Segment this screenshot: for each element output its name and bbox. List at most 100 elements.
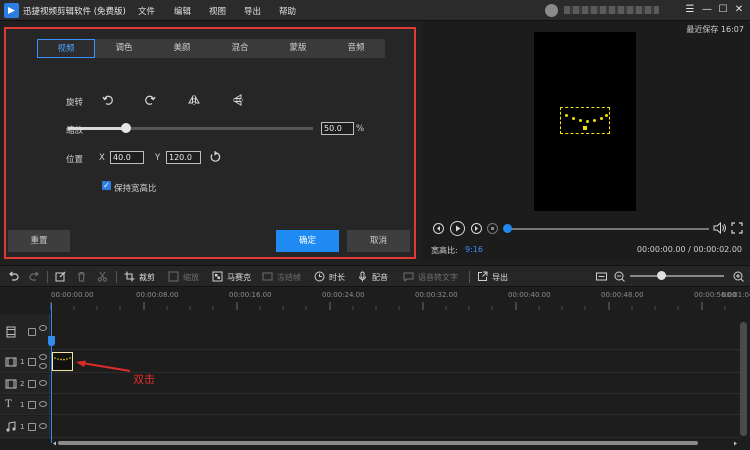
vertical-scrollbar[interactable]	[740, 322, 747, 436]
flip-vertical-icon[interactable]	[231, 93, 245, 107]
settings-menu-icon[interactable]: ☰	[683, 3, 697, 17]
zoom-in-icon[interactable]	[733, 271, 744, 282]
tab-video[interactable]: 视频	[37, 39, 95, 58]
volume-track-icon[interactable]	[39, 423, 47, 429]
tab-audio[interactable]: 音频	[327, 39, 385, 58]
playback-progress-knob[interactable]	[503, 224, 512, 233]
minimize-icon[interactable]: —	[700, 3, 714, 17]
track-row-music[interactable]: 1	[0, 416, 740, 438]
reset-position-icon[interactable]	[208, 150, 222, 164]
visibility-icon[interactable]	[39, 401, 47, 407]
horizontal-scrollbar[interactable]	[58, 441, 698, 445]
lock-icon[interactable]	[28, 380, 36, 388]
clip-selection-box[interactable]	[560, 107, 610, 134]
track-row-main[interactable]	[0, 314, 740, 350]
freeze-frame-icon[interactable]	[262, 271, 273, 282]
visibility-icon[interactable]	[39, 380, 47, 386]
track-row-text[interactable]: T 1	[0, 395, 740, 415]
cancel-button[interactable]: 取消	[347, 230, 410, 252]
dub-button[interactable]: 配音	[372, 272, 388, 283]
scroll-right-icon[interactable]	[733, 441, 738, 446]
reset-button[interactable]: 重置	[8, 230, 70, 252]
crop-icon[interactable]	[124, 271, 135, 282]
lock-icon[interactable]	[28, 401, 36, 409]
visibility-icon[interactable]	[39, 354, 47, 360]
playhead[interactable]	[51, 303, 52, 443]
stop-icon[interactable]	[487, 223, 498, 234]
track-row-video-2[interactable]: 2	[0, 374, 740, 394]
edit-panel: 视频 调色 美颜 混合 蒙版 音频 旋转 缩放 50.0 % 位置 X 40.0…	[4, 27, 416, 259]
duration-button[interactable]: 时长	[329, 272, 345, 283]
lock-icon[interactable]	[28, 358, 36, 366]
keep-aspect-ratio-checkbox[interactable]: ✓	[102, 181, 111, 190]
aspect-ratio-value[interactable]: 9:16	[465, 245, 483, 254]
rotate-right-icon[interactable]	[143, 93, 157, 107]
mute-icon[interactable]	[39, 363, 47, 369]
previous-frame-icon[interactable]	[433, 223, 444, 234]
visibility-icon[interactable]	[39, 325, 47, 331]
delete-icon[interactable]	[76, 271, 87, 282]
menu-file[interactable]: 文件	[138, 5, 155, 17]
export-icon[interactable]	[477, 271, 488, 282]
scale-slider-thumb[interactable]	[121, 123, 131, 133]
timeline-clip[interactable]	[52, 352, 73, 371]
fullscreen-icon[interactable]	[731, 222, 743, 234]
tab-mask[interactable]: 蒙版	[269, 39, 327, 58]
playhead-handle[interactable]	[48, 336, 55, 346]
tab-beauty[interactable]: 美颜	[153, 39, 211, 58]
speech-to-text-button[interactable]: 语音转文字	[418, 272, 458, 283]
film-strip-icon	[5, 326, 17, 338]
scroll-left-icon[interactable]	[52, 441, 57, 446]
volume-icon[interactable]	[713, 222, 727, 234]
zoom-tool-icon[interactable]	[168, 271, 179, 282]
confirm-button[interactable]: 确定	[276, 230, 339, 252]
scale-input[interactable]: 50.0	[321, 122, 354, 135]
clock-icon[interactable]	[314, 271, 325, 282]
lock-icon[interactable]	[28, 423, 36, 431]
mosaic-icon[interactable]	[212, 271, 223, 282]
crop-button[interactable]: 裁剪	[139, 272, 155, 283]
timeline-ruler[interactable]: 00:00:00.00 00:00:08.00 00:00:16.00 00:0…	[50, 288, 750, 310]
menu-export[interactable]: 导出	[244, 5, 261, 17]
menu-edit[interactable]: 编辑	[174, 5, 191, 17]
keep-aspect-ratio-label: 保持宽高比	[114, 184, 157, 194]
zoom-tool-button[interactable]: 缩放	[183, 272, 199, 283]
x-position-input[interactable]: 40.0	[110, 151, 144, 164]
redo-icon[interactable]	[29, 271, 40, 282]
freeze-frame-button[interactable]: 冻结帧	[277, 272, 301, 283]
menu-view[interactable]: 视图	[209, 5, 226, 17]
lock-icon[interactable]	[28, 328, 36, 336]
video-preview-canvas[interactable]	[534, 32, 636, 211]
undo-icon[interactable]	[8, 271, 19, 282]
avatar[interactable]	[545, 4, 558, 17]
tab-blend[interactable]: 混合	[211, 39, 269, 58]
y-position-input[interactable]: 120.0	[166, 151, 201, 164]
y-label: Y	[155, 153, 161, 163]
close-icon[interactable]: ✕	[732, 3, 746, 17]
playback-progress-track[interactable]	[506, 228, 709, 230]
maximize-icon[interactable]: ☐	[716, 3, 730, 17]
user-name-blurred	[564, 6, 659, 14]
play-icon[interactable]	[450, 221, 465, 236]
x-label: X	[99, 153, 105, 163]
export-button[interactable]: 导出	[492, 272, 508, 283]
clip-handle[interactable]	[583, 126, 587, 130]
zoom-out-icon[interactable]	[614, 271, 625, 282]
flip-horizontal-icon[interactable]	[187, 93, 201, 107]
edit-icon[interactable]	[55, 271, 66, 282]
rotate-left-icon[interactable]	[101, 93, 115, 107]
next-frame-icon[interactable]	[471, 223, 482, 234]
app-title: 迅捷视频剪辑软件 (免费版)	[23, 7, 126, 17]
timeline-zoom-slider-thumb[interactable]	[657, 271, 666, 280]
timeline-zoom-slider-track[interactable]	[630, 275, 724, 277]
fit-timeline-icon[interactable]	[596, 271, 607, 282]
tab-color[interactable]: 调色	[95, 39, 153, 58]
menu-help[interactable]: 帮助	[279, 5, 296, 17]
ruler-tick-label: 00:00:00.00	[51, 291, 94, 299]
speech-to-text-icon[interactable]	[403, 271, 414, 282]
mosaic-button[interactable]: 马赛克	[227, 272, 251, 283]
ruler-ticks	[50, 302, 726, 310]
microphone-icon[interactable]	[357, 271, 368, 282]
track-header	[0, 314, 50, 349]
split-icon[interactable]	[97, 271, 108, 282]
